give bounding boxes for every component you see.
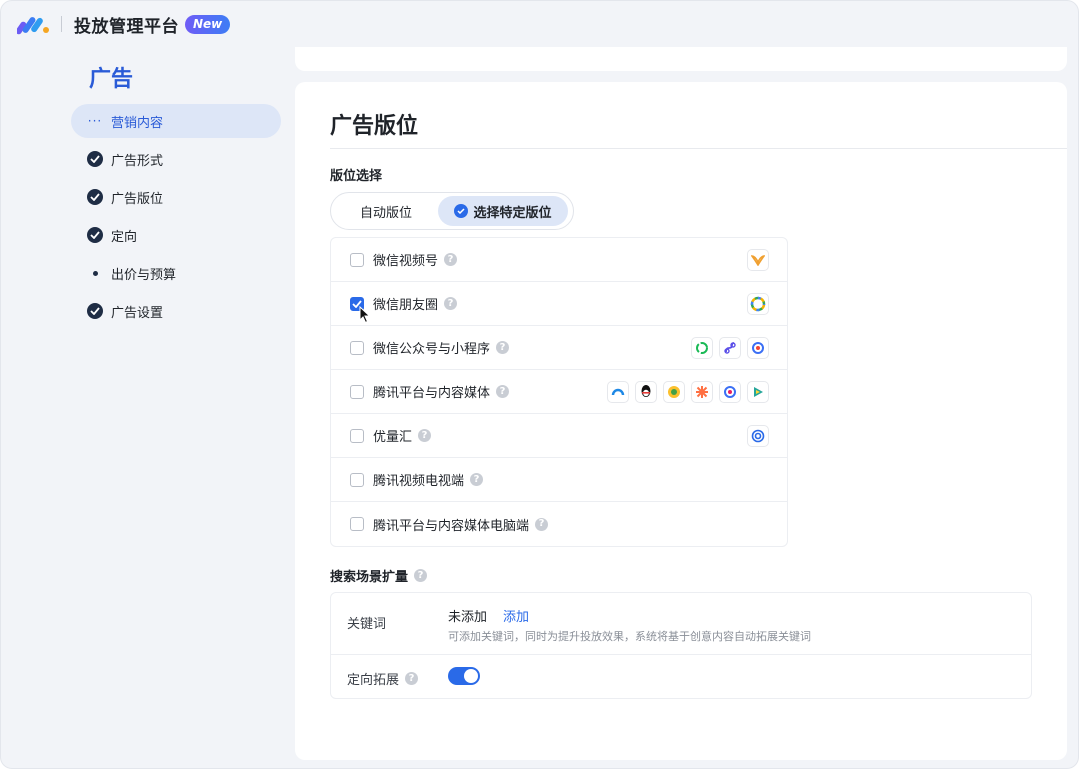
search-scene-label: 搜索场景扩量	[330, 570, 409, 585]
help-icon[interactable]: ?	[405, 672, 419, 685]
extension-label: 定向拓展	[347, 673, 400, 688]
placement-label: 微信朋友圈	[373, 298, 439, 313]
previous-section-card	[295, 47, 1067, 71]
nav-item-targeting[interactable]: 定向	[71, 218, 281, 252]
placement-row-tencent-video-tv: 腾讯视频电视端 ?	[331, 458, 787, 502]
nav-item-label: 营销内容	[111, 115, 164, 131]
sidebar-title: 广告	[89, 67, 134, 92]
app-window: 投放管理平台 New 广告 ··· 营销内容 广告形式 广告版位 定向 出价与预…	[0, 0, 1079, 769]
targeting-extension-row: 定向拓展 ?	[331, 655, 1031, 699]
help-icon[interactable]: ?	[535, 517, 549, 531]
placement-row-tencent-media: 腾讯平台与内容媒体 ?	[331, 370, 787, 414]
nav-item-ad-settings[interactable]: 广告设置	[71, 294, 281, 328]
check-circle-icon	[87, 189, 103, 205]
checkbox[interactable]	[350, 252, 364, 267]
placement-select-label: 版位选择	[330, 169, 383, 184]
placement-card: 广告版位 版位选择 自动版位 选择特定版位 微信视频号 ? 微信朋友圈 ? 微信…	[295, 82, 1067, 760]
nav-item-label: 广告设置	[111, 305, 164, 321]
placement-list: 微信视频号 ? 微信朋友圈 ? 微信公众号与小程序 ? 腾讯平台与内容媒体 ? …	[330, 237, 788, 547]
wechat-moments-icon	[747, 292, 769, 315]
nav-item-label: 出价与预算	[111, 267, 177, 283]
header-divider	[61, 16, 62, 32]
help-icon[interactable]: ?	[496, 385, 510, 398]
placement-mode-toggle: 自动版位 选择特定版位	[330, 192, 574, 230]
check-circle-icon	[87, 151, 103, 167]
help-icon[interactable]: ?	[418, 429, 432, 442]
specific-placement-label: 选择特定版位	[473, 205, 552, 221]
help-icon[interactable]: ?	[444, 253, 458, 266]
help-icon[interactable]: ?	[496, 341, 510, 354]
youlianghui-icon	[747, 424, 769, 447]
specific-placement-option[interactable]: 选择特定版位	[438, 196, 568, 226]
tencent-video-icon	[719, 380, 741, 403]
tencent-sports-icon	[691, 380, 713, 403]
title-divider	[330, 148, 1067, 149]
top-bar: 投放管理平台 New	[1, 1, 1078, 47]
in-progress-dots-icon: ···	[87, 114, 103, 128]
placement-row-youlianghui: 优量汇 ?	[331, 414, 787, 458]
wechat-channels-icon	[747, 248, 769, 271]
checkbox[interactable]	[350, 340, 364, 355]
search-scene-box: 关键词 未添加 添加 可添加关键词，同时为提升投放效果，系统将基于创意内容自动拓…	[330, 592, 1032, 699]
nav-item-ad-placement[interactable]: 广告版位	[71, 180, 281, 214]
pending-dot-icon	[87, 265, 103, 281]
placement-label: 腾讯平台与内容媒体	[373, 386, 491, 401]
new-badge: New	[185, 14, 231, 34]
sidebar: 广告 ··· 营销内容 广告形式 广告版位 定向 出价与预算 广告设置	[1, 47, 291, 767]
nav-item-label: 广告形式	[111, 153, 164, 169]
qq-icon	[635, 380, 657, 403]
nav-item-label: 定向	[111, 229, 138, 245]
qq-browser-icon	[663, 380, 685, 403]
check-circle-icon	[87, 303, 103, 319]
card-title: 广告版位	[330, 114, 419, 139]
help-icon[interactable]: ?	[414, 569, 428, 582]
placement-row-wechat-moments: 微信朋友圈 ?	[331, 282, 787, 326]
mouse-cursor-icon	[359, 305, 371, 328]
placement-row-wechat-channels: 微信视频号 ?	[331, 238, 787, 282]
toggle-knob	[464, 669, 478, 683]
placement-label: 优量汇	[373, 430, 413, 445]
search-scene-heading: 搜索场景扩量 ?	[330, 566, 428, 585]
placement-row-wechat-official-accounts: 微信公众号与小程序 ?	[331, 326, 787, 370]
step-nav: ··· 营销内容 广告形式 广告版位 定向 出价与预算 广告设置	[71, 104, 281, 332]
checkbox[interactable]	[350, 517, 364, 531]
checkbox[interactable]	[350, 472, 364, 487]
keyword-hint: 可添加关键词，同时为提升投放效果，系统将基于创意内容自动拓展关键词	[448, 630, 811, 643]
nav-item-marketing-content[interactable]: ··· 营销内容	[71, 104, 281, 138]
mini-program-icon	[719, 336, 741, 359]
extension-toggle[interactable]	[448, 667, 480, 685]
tencent-video-play-icon	[747, 380, 769, 403]
nav-item-label: 广告版位	[111, 191, 164, 207]
extension-label-wrap: 定向拓展 ?	[347, 669, 419, 688]
placement-label: 微信公众号与小程序	[373, 342, 491, 357]
placement-label: 腾讯视频电视端	[373, 474, 465, 489]
brand-logo-icon	[17, 13, 51, 35]
help-icon[interactable]: ?	[470, 473, 484, 486]
check-circle-icon	[87, 227, 103, 243]
add-keyword-link[interactable]: 添加	[503, 606, 529, 625]
keyword-row: 关键词 未添加 添加 可添加关键词，同时为提升投放效果，系统将基于创意内容自动拓…	[331, 593, 1031, 655]
nav-item-ad-format[interactable]: 广告形式	[71, 142, 281, 176]
keyword-label: 关键词	[347, 617, 387, 632]
checkbox[interactable]	[350, 384, 364, 399]
help-icon[interactable]: ?	[444, 297, 458, 310]
nav-item-bid-budget[interactable]: 出价与预算	[71, 256, 281, 290]
placement-label: 微信视频号	[373, 254, 439, 269]
placement-row-tencent-media-pc: 腾讯平台与内容媒体电脑端 ?	[331, 502, 787, 546]
checkbox[interactable]	[350, 428, 364, 443]
auto-placement-option[interactable]: 自动版位	[334, 196, 438, 226]
keyword-status: 未添加	[448, 610, 488, 625]
wechat-search-icon	[747, 336, 769, 359]
wechat-official-account-icon	[691, 336, 713, 359]
placement-label: 腾讯平台与内容媒体电脑端	[373, 518, 530, 534]
auto-placement-label: 自动版位	[359, 205, 412, 221]
selected-check-icon	[454, 204, 469, 218]
tencent-news-icon	[607, 380, 629, 403]
app-title: 投放管理平台	[74, 16, 179, 37]
